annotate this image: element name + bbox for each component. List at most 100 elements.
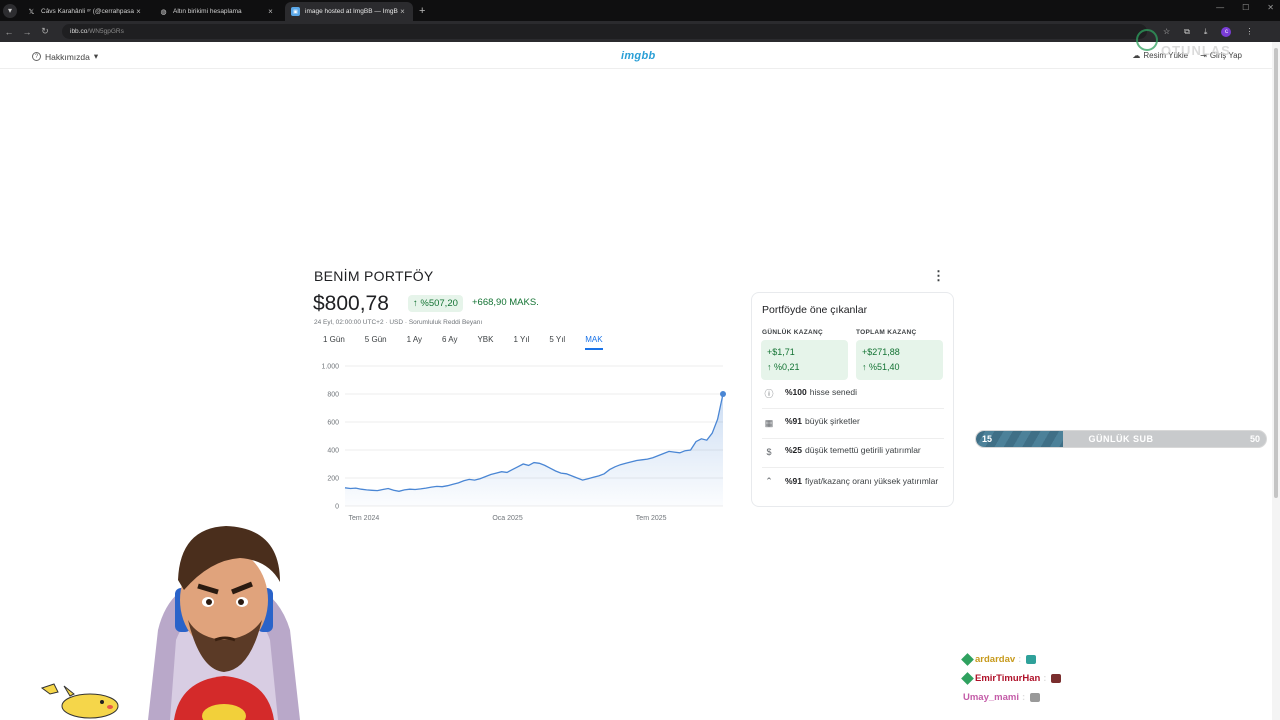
chevrons-up-icon: ⌃ bbox=[765, 476, 773, 486]
site-header: ? Hakkımızda ▾ imgbb ☁ Resim Yükle ⇥ Giriş… bbox=[0, 42, 1272, 69]
y-tick-label: 0 bbox=[335, 504, 339, 511]
divider bbox=[762, 408, 944, 409]
tab-title: image hosted at ImgBB — ImgBB bbox=[305, 8, 398, 15]
new-tab-icon[interactable]: + bbox=[419, 5, 425, 17]
y-tick-label: 800 bbox=[327, 392, 339, 399]
highlight-row[interactable]: $ %25 düşük temettü getirili yatırımlar bbox=[762, 445, 944, 459]
browser-tab-bar: ▾ 𝕏 Câvs Karahânli ᵒʳ (@cerrahpasa × ◍ A… bbox=[0, 0, 1280, 21]
highlight-text: büyük şirketler bbox=[805, 416, 860, 426]
divider bbox=[762, 467, 944, 468]
total-gain-abs: +$271,88 bbox=[862, 347, 900, 357]
detective-hat-icon bbox=[1136, 29, 1158, 51]
portfolio-title: BENİM PORTFÖY bbox=[314, 268, 434, 284]
highlight-text: hisse senedi bbox=[809, 387, 858, 397]
highlight-row[interactable]: ⓘ %100 hisse senedi bbox=[762, 387, 944, 401]
x-tick-label: Tem 2025 bbox=[636, 515, 667, 522]
x-logo-icon: 𝕏 bbox=[28, 8, 35, 16]
emote-icon bbox=[1026, 655, 1037, 664]
x-tick-label: Tem 2024 bbox=[349, 515, 380, 522]
highlight-value: %25 bbox=[785, 445, 803, 455]
chat-message: ardardav : bbox=[961, 650, 1061, 669]
maximize-icon[interactable]: ☐ bbox=[1242, 3, 1249, 12]
range-tab[interactable]: 6 Ay bbox=[442, 335, 457, 350]
help-circle-icon: ? bbox=[32, 52, 41, 61]
x-tick-label: Oca 2025 bbox=[492, 515, 522, 522]
highlight-value: %91 bbox=[785, 416, 803, 426]
info-icon: ⓘ bbox=[764, 389, 774, 399]
browser-tab-active[interactable]: ▣ image hosted at ImgBB — ImgBB × bbox=[285, 2, 413, 21]
diamond-badge-icon bbox=[961, 672, 974, 685]
forward-icon[interactable]: → bbox=[18, 27, 36, 37]
daily-gain-box: +$1,71 ↑ %0,21 bbox=[761, 340, 848, 380]
tab-title: Câvs Karahânli ᵒʳ (@cerrahpasa bbox=[41, 8, 134, 15]
url-input[interactable]: ibb.co/WN5gpGRs bbox=[62, 24, 1147, 39]
y-tick-label: 600 bbox=[327, 420, 339, 427]
range-tab[interactable]: 1 Gün bbox=[323, 335, 345, 350]
building-icon: ▦ bbox=[764, 418, 774, 428]
range-tab[interactable]: 5 Yıl bbox=[549, 335, 565, 350]
stream-chat: ardardav : EmirTimurHan : Umay_mami : bbox=[961, 650, 1062, 707]
url-path: /WN5gpGRs bbox=[87, 28, 124, 35]
total-gain-box: +$271,88 ↑ %51,40 bbox=[856, 340, 943, 380]
reload-icon[interactable]: ↻ bbox=[36, 26, 54, 37]
portfolio-value: $800,78 bbox=[313, 292, 389, 315]
tab-title: Altın birikimi hesaplama bbox=[173, 8, 242, 15]
highlights-title: Portföyde öne çıkanlar bbox=[762, 304, 868, 316]
streamer-avatar bbox=[148, 526, 300, 720]
more-options-icon[interactable]: ⋮ bbox=[932, 268, 945, 284]
scrollbar-thumb[interactable] bbox=[1274, 48, 1278, 498]
highlight-value: %91 bbox=[785, 476, 803, 486]
y-tick-label: 1.000 bbox=[321, 364, 339, 371]
url-domain: ibb.co bbox=[70, 28, 88, 35]
stream-overlay-logo: OTUNLAS bbox=[1133, 29, 1243, 63]
highlight-text: fiyat/kazanç oranı yüksek yatırımlar bbox=[805, 476, 939, 486]
daily-gain-abs: +$1,71 bbox=[767, 347, 795, 357]
highlight-value: %100 bbox=[785, 387, 807, 397]
menu-dots-icon[interactable]: ⋮ bbox=[1245, 27, 1253, 36]
globe-icon: ◍ bbox=[160, 8, 167, 16]
portfolio-chart: 0 200 400 600 800 1.000 Tem 2024 Oca 2025 Tem 20… bbox=[321, 364, 726, 522]
imgbb-logo[interactable]: imgbb bbox=[621, 50, 656, 62]
browser-tab[interactable]: ◍ Altın birikimi hesaplama × bbox=[153, 2, 281, 21]
daily-gain-pct: ↑ %0,21 bbox=[767, 362, 800, 372]
range-tab[interactable]: YBK bbox=[477, 335, 493, 350]
portfolio-card: BENİM PORTFÖY ⋮ $800,78 ↑ %507,20 +668,9… bbox=[305, 262, 965, 522]
highlight-row[interactable]: ⌃ %91 fiyat/kazanç oranı yüksek yatırımla… bbox=[762, 474, 944, 488]
chat-user: ardardav bbox=[975, 654, 1016, 665]
chat-user: Umay_mami bbox=[963, 692, 1019, 703]
change-absolute: +668,90 MAKS. bbox=[472, 297, 539, 308]
about-menu[interactable]: ? Hakkımızda ▾ bbox=[32, 51, 98, 62]
portfolio-meta: 24 Eyl, 02:00:00 UTC+2 · USD · Sorumlulu… bbox=[314, 319, 483, 326]
emote-icon bbox=[1030, 693, 1041, 702]
tab-search-dropdown-icon[interactable]: ▾ bbox=[3, 3, 17, 18]
range-tab-active[interactable]: MAK bbox=[585, 335, 603, 350]
tab-close-icon[interactable]: × bbox=[398, 7, 407, 16]
back-icon[interactable]: ← bbox=[0, 27, 18, 37]
address-bar-row: ← → ↻ ibb.co/WN5gpGRs ☆ ⧉ ⤓ c ⋮ bbox=[0, 21, 1280, 42]
range-tab[interactable]: 1 Ay bbox=[407, 335, 422, 350]
tab-close-icon[interactable]: × bbox=[266, 7, 275, 16]
highlight-text: düşük temettü getirili yatırımlar bbox=[805, 445, 921, 455]
diamond-badge-icon bbox=[961, 653, 974, 666]
about-label: Hakkımızda bbox=[45, 51, 90, 62]
y-tick-label: 200 bbox=[327, 476, 339, 483]
sub-goal-bar: 15 GÜNLÜK SUB 50 bbox=[975, 430, 1267, 448]
dollar-icon: $ bbox=[766, 447, 772, 457]
highlight-row[interactable]: ▦ %91 büyük şirketler bbox=[762, 416, 944, 430]
sub-goal-target: 50 bbox=[1249, 434, 1260, 444]
range-tab[interactable]: 5 Gün bbox=[365, 335, 387, 350]
divider bbox=[762, 438, 944, 439]
y-tick-label: 400 bbox=[327, 448, 339, 455]
browser-tab[interactable]: 𝕏 Câvs Karahânli ᵒʳ (@cerrahpasa × bbox=[21, 2, 149, 21]
caret-down-icon: ▾ bbox=[93, 51, 99, 61]
range-tabs: 1 Gün 5 Gün 1 Ay 6 Ay YBK 1 Yıl 5 Yıl MA… bbox=[323, 335, 603, 350]
highlights-panel: Portföyde öne çıkanlar GÜNLÜK KAZANÇ TOP… bbox=[751, 292, 954, 507]
minimize-icon[interactable]: — bbox=[1216, 3, 1224, 12]
daily-gain-label: GÜNLÜK KAZANÇ bbox=[762, 329, 823, 336]
tab-close-icon[interactable]: × bbox=[134, 7, 143, 16]
overlay-logo-text: OTUNLAS bbox=[1161, 43, 1231, 58]
window-controls: — ☐ ✕ bbox=[1216, 3, 1274, 12]
close-window-icon[interactable]: ✕ bbox=[1267, 3, 1274, 12]
chat-text: : bbox=[1018, 654, 1022, 665]
range-tab[interactable]: 1 Yıl bbox=[513, 335, 529, 350]
